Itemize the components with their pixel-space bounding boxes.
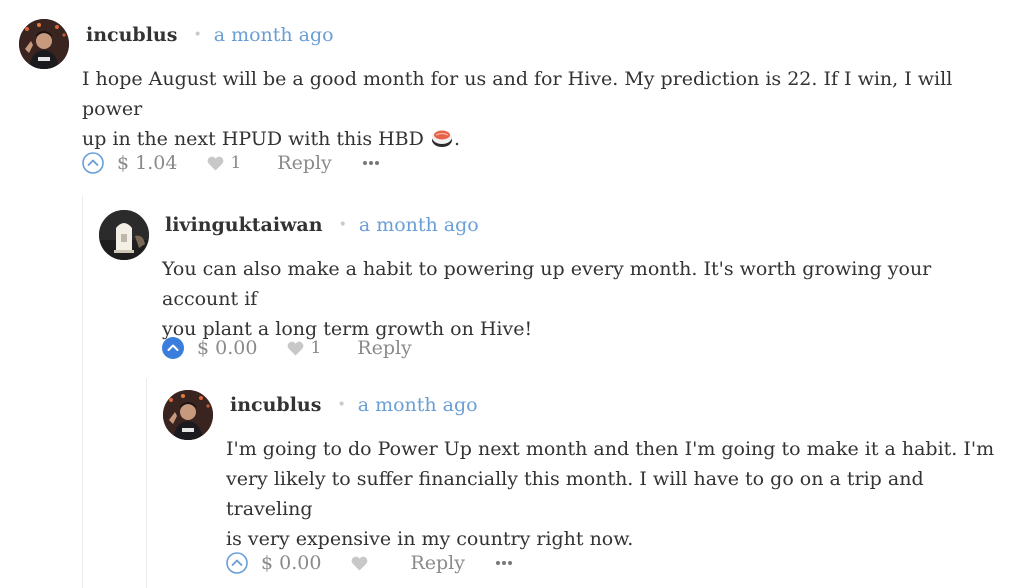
like-count: 1 xyxy=(230,153,242,173)
heart-icon xyxy=(287,341,304,355)
upvote-icon[interactable] xyxy=(162,337,184,359)
reply-button[interactable]: Reply xyxy=(357,337,412,359)
comment-actions: $ 1.04 1 Reply xyxy=(82,152,380,174)
payout-value[interactable]: $ 0.00 xyxy=(261,552,321,574)
like-button[interactable]: 1 xyxy=(287,338,321,358)
comment-body: I hope August will be a good month for u… xyxy=(82,64,962,154)
reply-button[interactable]: Reply xyxy=(277,152,332,174)
separator-dot: • xyxy=(338,217,347,233)
body-line: is very expensive in my country right no… xyxy=(226,528,634,550)
author-name[interactable]: incublus xyxy=(86,24,177,46)
body-line: very likely to suffer financially this m… xyxy=(226,468,924,520)
payout-value[interactable]: $ 1.04 xyxy=(117,152,177,174)
avatar[interactable] xyxy=(19,19,69,69)
avatar[interactable] xyxy=(99,210,149,260)
author-name[interactable]: incublus xyxy=(230,394,321,416)
more-dots-icon[interactable] xyxy=(495,560,513,566)
upvote-icon[interactable] xyxy=(226,552,248,574)
timestamp[interactable]: a month ago xyxy=(358,394,478,416)
avatar[interactable] xyxy=(163,390,213,440)
payout-value[interactable]: $ 0.00 xyxy=(197,337,257,359)
like-button[interactable] xyxy=(351,556,374,571)
upvote-icon[interactable] xyxy=(82,152,104,174)
timestamp[interactable]: a month ago xyxy=(359,214,479,236)
like-count: 1 xyxy=(310,338,322,358)
author-name[interactable]: livinguktaiwan xyxy=(165,214,323,236)
sushi-emoji-icon xyxy=(430,126,454,148)
like-button[interactable]: 1 xyxy=(207,153,241,173)
body-line: I'm going to do Power Up next month and … xyxy=(226,438,995,460)
thread-line xyxy=(146,378,147,588)
separator-dot: • xyxy=(193,27,202,43)
heart-icon xyxy=(351,556,368,570)
comment-actions: $ 0.00 1 Reply xyxy=(162,337,412,359)
comment-body: You can also make a habit to powering up… xyxy=(162,254,982,344)
comment-actions: $ 0.00 Reply xyxy=(226,552,513,574)
heart-icon xyxy=(207,156,224,170)
body-line: I hope August will be a good month for u… xyxy=(82,68,953,120)
more-dots-icon[interactable] xyxy=(362,160,380,166)
separator-dot: • xyxy=(337,397,346,413)
thread-line xyxy=(82,195,83,588)
body-text: . xyxy=(453,128,460,150)
body-text: up in the next HPUD with this HBD xyxy=(82,128,424,150)
timestamp[interactable]: a month ago xyxy=(214,24,334,46)
reply-button[interactable]: Reply xyxy=(410,552,465,574)
body-line: You can also make a habit to powering up… xyxy=(162,258,932,310)
comment-body: I'm going to do Power Up next month and … xyxy=(226,434,996,554)
body-line: up in the next HPUD with this HBD . xyxy=(82,124,962,154)
